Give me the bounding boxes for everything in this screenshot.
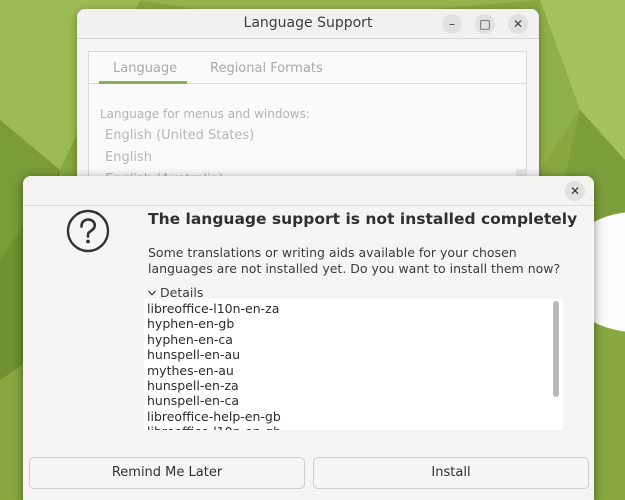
package-list-item: libreoffice-l10n-en-gb [147,424,281,430]
package-list-item: hyphen-en-ca [147,331,233,347]
close-icon: ✕ [512,17,524,31]
maximize-icon: □ [479,17,491,31]
remind-me-later-button[interactable]: Remind Me Later [29,457,305,489]
language-section-label: Language for menus and windows: [100,107,310,121]
active-tab-indicator [99,81,187,84]
close-icon: ✕ [569,184,581,198]
question-icon [66,209,110,253]
package-list-item: hunspell-en-au [147,347,241,363]
package-list-scrollbar[interactable] [553,301,559,397]
package-list-item: hyphen-en-gb [147,316,235,332]
tab-bar: Language Regional Formats [89,52,526,84]
install-prompt-dialog: ✕ The language support is not installed … [23,176,594,500]
dialog-message: Some translations or writing aids availa… [148,245,561,276]
package-list-item: hunspell-en-ca [147,393,240,409]
dialog-title: The language support is not installed co… [148,210,578,228]
dialog-close-button[interactable]: ✕ [565,181,585,201]
package-list-item: hunspell-en-za [147,378,239,394]
package-list-item: libreoffice-l10n-en-za [147,301,280,316]
maximize-button[interactable]: □ [475,14,495,34]
package-list-box[interactable]: libreoffice-l10n-en-za hyphen-en-gb hyph… [144,299,563,430]
package-list-item: mythes-en-au [147,362,234,378]
package-list-item: libreoffice-help-en-gb [147,408,281,424]
dialog-header: ✕ [23,176,594,206]
language-list-item[interactable]: English (United States) [105,128,254,143]
minimize-button[interactable]: – [442,14,462,34]
window-close-button[interactable]: ✕ [508,14,528,34]
window-title: Language Support [243,15,373,31]
chevron-down-icon [148,290,156,296]
install-button[interactable]: Install [313,457,589,489]
tab-language[interactable]: Language [113,61,177,76]
details-label: Details [160,285,204,300]
tab-regional-formats[interactable]: Regional Formats [210,61,323,76]
minimize-icon: – [449,17,455,31]
package-list: libreoffice-l10n-en-za hyphen-en-gb hyph… [147,301,281,430]
details-expander[interactable]: Details [147,285,203,300]
language-list-item[interactable]: English [105,150,152,165]
window-titlebar: Language Support – □ ✕ [77,9,539,39]
